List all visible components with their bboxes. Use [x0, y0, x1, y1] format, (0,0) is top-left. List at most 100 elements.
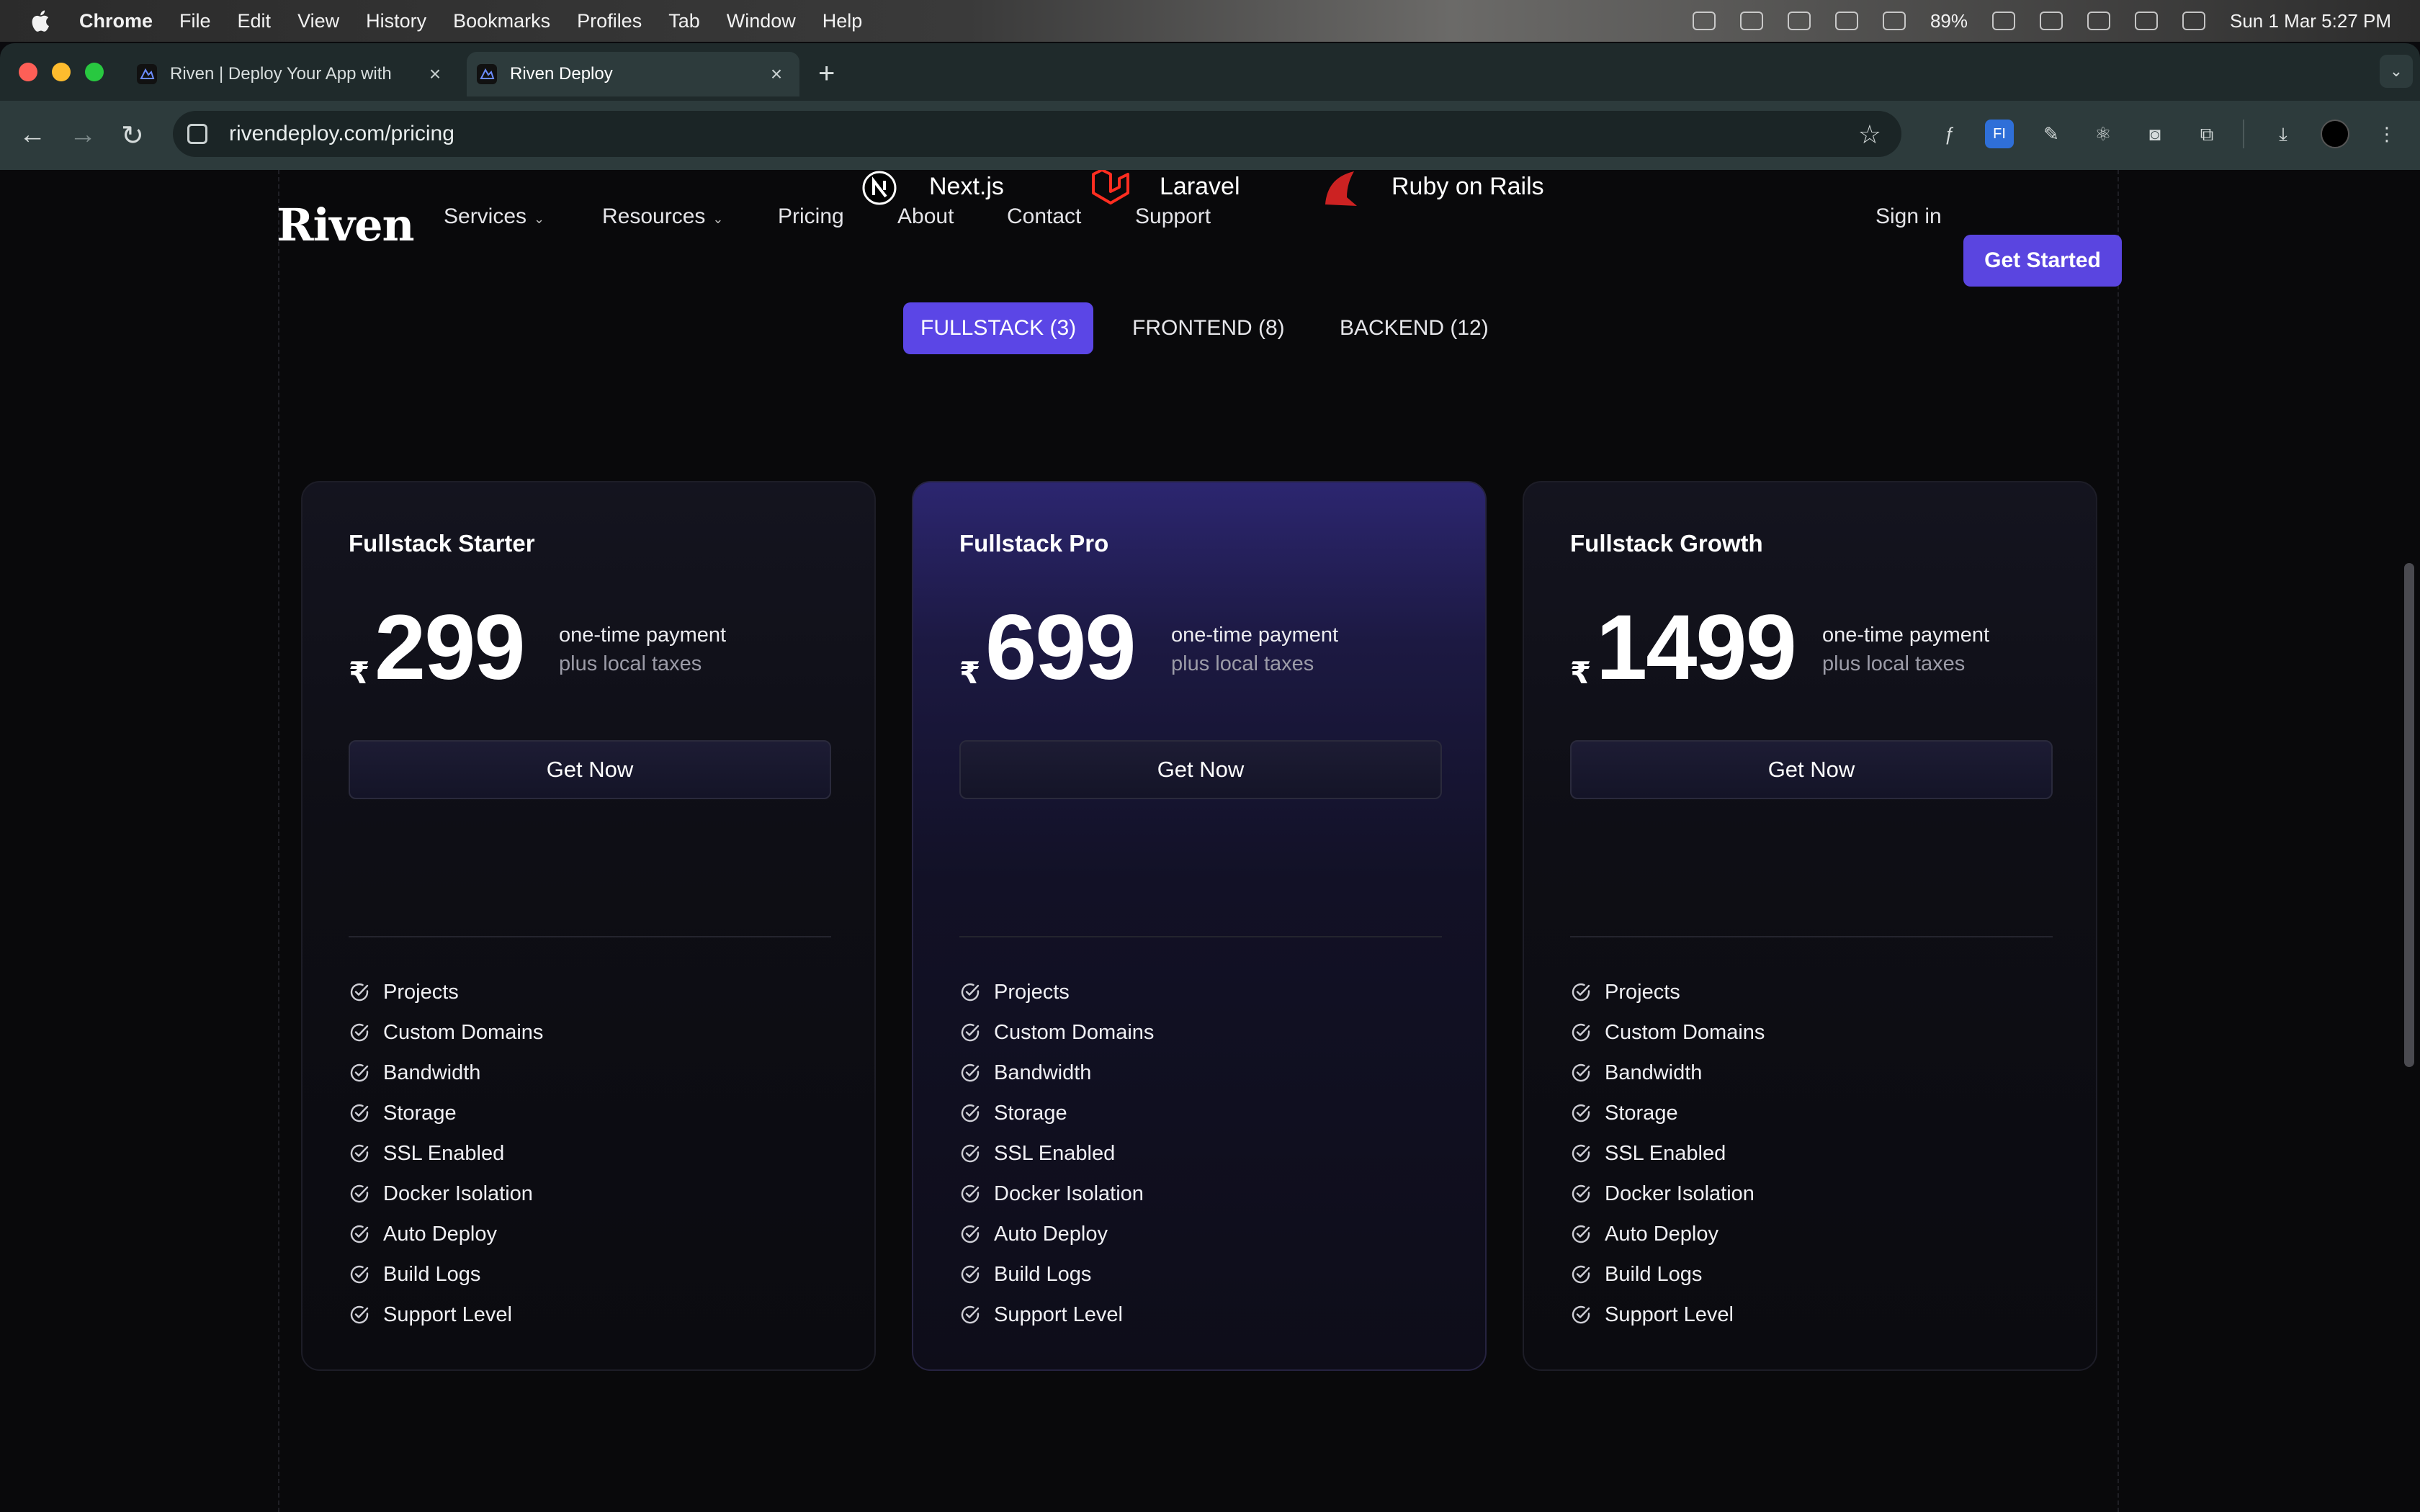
check-circle-icon [350, 1225, 369, 1243]
card-divider [349, 936, 831, 937]
nav-about[interactable]: About [897, 204, 954, 229]
feature-item: Build Logs [959, 1254, 1154, 1295]
browser-tab-riven-deploy[interactable]: Riven Deploy × [467, 52, 799, 96]
feature-item: Bandwidth [1570, 1053, 1765, 1093]
bluetooth-icon[interactable] [1787, 12, 1811, 30]
sign-in-link[interactable]: Sign in [1876, 204, 1942, 229]
airdrop-icon[interactable] [1692, 12, 1716, 30]
spotlight-search-icon[interactable] [2087, 12, 2110, 30]
menu-view[interactable]: View [297, 10, 339, 32]
menu-edit[interactable]: Edit [238, 10, 272, 32]
feature-item: Docker Isolation [959, 1174, 1154, 1214]
nav-support[interactable]: Support [1135, 204, 1211, 229]
get-now-button[interactable]: Get Now [1570, 740, 2053, 799]
menu-bookmarks[interactable]: Bookmarks [453, 10, 550, 32]
check-circle-icon [961, 1104, 980, 1122]
nav-services[interactable]: Services ⌄ [444, 204, 544, 229]
nav-contact[interactable]: Contact [1007, 204, 1081, 229]
site-info-icon[interactable] [187, 124, 207, 144]
feature-label: Support Level [383, 1302, 512, 1326]
menu-window[interactable]: Window [727, 10, 796, 32]
screen: Chrome File Edit View History Bookmarks … [0, 0, 2420, 1512]
forward-arrow-icon[interactable]: → [69, 120, 97, 150]
menu-history[interactable]: History [366, 10, 426, 32]
currency-symbol: ₹ [959, 656, 981, 690]
tab-frontend[interactable]: FRONTEND (8) [1115, 302, 1302, 354]
formula-extension-icon[interactable]: ƒ [1935, 120, 1963, 148]
apple-logo-icon[interactable] [29, 9, 50, 33]
page-scrollbar[interactable] [2404, 563, 2414, 1067]
menu-file[interactable]: File [179, 10, 211, 32]
feature-list: Projects Custom Domains Bandwidth Storage SS… [349, 972, 543, 1335]
display-icon[interactable] [1882, 12, 1906, 30]
extensions-puzzle-icon[interactable]: ⧉ [2192, 120, 2221, 148]
feature-item: Custom Domains [1570, 1012, 1765, 1053]
downloads-icon[interactable]: ⤓ [2269, 120, 2298, 148]
chevron-down-icon: ⌄ [712, 212, 724, 226]
reload-icon[interactable]: ↻ [121, 120, 144, 152]
feature-label: Storage [994, 1101, 1067, 1125]
tab-fullstack[interactable]: FULLSTACK (3) [903, 302, 1094, 354]
profile-avatar[interactable] [2321, 120, 2349, 148]
tax-note: plus local taxes [559, 652, 702, 675]
tab-backend[interactable]: BACKEND (12) [1322, 302, 1506, 354]
feature-label: Build Logs [1605, 1262, 1703, 1286]
color-picker-icon[interactable]: ✎ [2037, 120, 2066, 148]
react-devtools-icon[interactable]: ⚛ [2089, 120, 2118, 148]
feature-list: Projects Custom Domains Bandwidth Storage SS… [959, 972, 1154, 1335]
minimize-window-button[interactable] [52, 63, 71, 81]
nav-resources[interactable]: Resources ⌄ [602, 204, 724, 229]
close-tab-icon[interactable]: × [421, 63, 449, 86]
currency-symbol: ₹ [349, 656, 370, 690]
close-window-button[interactable] [19, 63, 37, 81]
screenshot-camera-icon[interactable]: ◙ [2141, 120, 2169, 148]
feature-label: SSL Enabled [994, 1141, 1116, 1165]
back-arrow-icon[interactable]: ← [19, 120, 46, 150]
browser-tab-riven-home[interactable]: Riven | Deploy Your App with × [127, 52, 458, 96]
menu-help[interactable]: Help [823, 10, 863, 32]
bookmark-star-icon[interactable]: ☆ [1858, 120, 1881, 150]
get-now-button[interactable]: Get Now [959, 740, 1442, 799]
check-circle-icon [1572, 1063, 1590, 1082]
nav-pricing[interactable]: Pricing [778, 204, 844, 229]
check-circle-icon [350, 1305, 369, 1324]
tab-title: Riven Deploy [510, 64, 613, 84]
check-circle-icon [350, 1265, 369, 1284]
menu-app-name[interactable]: Chrome [79, 10, 153, 32]
feature-label: Bandwidth [383, 1061, 481, 1084]
address-bar[interactable]: rivendeploy.com/pricing ☆ [173, 111, 1901, 157]
cloud-icon[interactable] [1739, 12, 1763, 30]
menubar-status-area: 89% Sun 1 Mar 5:27 PM [1692, 0, 2391, 42]
more-menu-icon[interactable]: ⋮ [2372, 120, 2401, 148]
wifi-icon[interactable] [2040, 12, 2063, 30]
menu-tab[interactable]: Tab [668, 10, 700, 32]
feature-label: SSL Enabled [383, 1141, 505, 1165]
feature-label: Support Level [994, 1302, 1123, 1326]
feature-item: Auto Deploy [1570, 1214, 1765, 1254]
url-text[interactable]: rivendeploy.com/pricing [229, 122, 454, 146]
siri-icon[interactable] [2135, 12, 2158, 30]
control-center-icon[interactable] [2182, 12, 2205, 30]
payment-type: one-time payment [1171, 624, 1339, 647]
zoom-window-button[interactable] [85, 63, 104, 81]
new-tab-button[interactable]: + [818, 58, 835, 90]
check-circle-icon [350, 1144, 369, 1163]
fi-extension-icon[interactable]: FI [1985, 120, 2014, 148]
get-started-button[interactable]: Get Started [1963, 235, 2122, 287]
feature-item: Support Level [959, 1295, 1154, 1335]
riven-logo[interactable]: Riven [277, 199, 415, 251]
feature-label: Auto Deploy [383, 1222, 497, 1246]
tab-search-chevron-icon[interactable]: ⌄ [2380, 55, 2413, 88]
keyboard-icon[interactable] [1834, 12, 1858, 30]
feature-label: Custom Domains [994, 1020, 1155, 1044]
check-circle-icon [350, 1184, 369, 1203]
clock[interactable]: Sun 1 Mar 5:27 PM [2230, 10, 2391, 32]
riven-favicon-icon [137, 64, 157, 84]
plan-card-starter: Fullstack Starter ₹ 299 one-time payment… [301, 481, 876, 1371]
battery-icon[interactable] [1992, 12, 2015, 30]
plan-price: 299 [375, 596, 526, 699]
check-circle-icon [1572, 1305, 1590, 1324]
close-tab-icon[interactable]: × [762, 63, 791, 86]
menu-profiles[interactable]: Profiles [577, 10, 642, 32]
get-now-button[interactable]: Get Now [349, 740, 831, 799]
